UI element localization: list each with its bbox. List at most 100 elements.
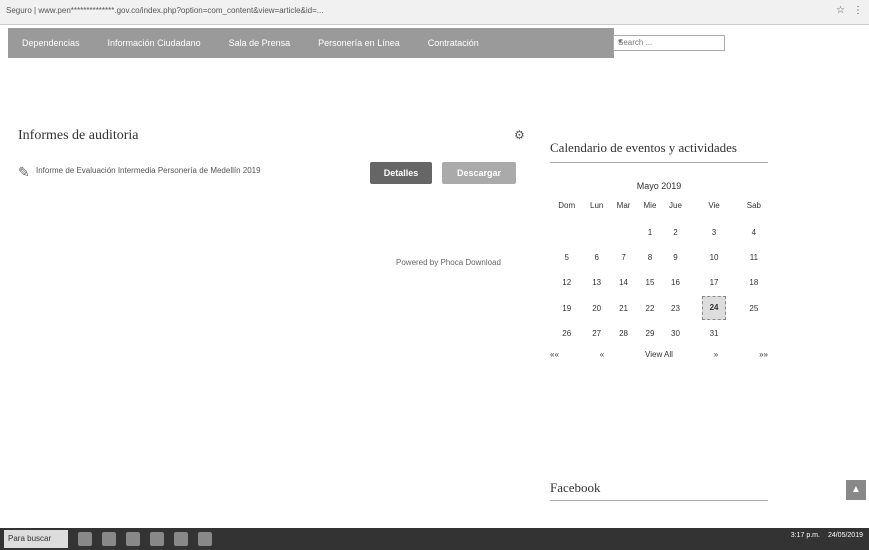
calendar-day[interactable]: 25 <box>740 295 768 321</box>
chrome-icon[interactable] <box>126 532 140 546</box>
calendar-day-number: 3 <box>711 228 717 237</box>
prev-year-button[interactable]: «« <box>550 350 559 359</box>
calendar-day[interactable]: 18 <box>740 270 768 295</box>
calendar-day[interactable]: 14 <box>610 270 637 295</box>
menu-icon[interactable]: ⋮ <box>853 5 863 16</box>
calendar-day[interactable]: 10 <box>688 245 739 270</box>
taskbar-search[interactable]: Para buscar <box>4 530 68 548</box>
calendar-day[interactable]: 20 <box>583 295 609 321</box>
search-input[interactable]: Search ... ▾ <box>613 35 725 51</box>
calendar-week-row: 26 27 28 29 30 31 <box>550 321 768 346</box>
prev-month-button[interactable]: « <box>600 350 604 359</box>
calendar-day-number: 12 <box>562 278 572 287</box>
star-icon[interactable]: ☆ <box>836 5 845 16</box>
events-calendar: Calendario de eventos y actividades Mayo… <box>550 140 768 359</box>
calendar-day[interactable]: 21 <box>610 295 637 321</box>
calendar-title: Calendario de eventos y actividades <box>550 140 768 163</box>
calendar-day[interactable]: 16 <box>663 270 689 295</box>
nav-item-sala-de-prensa[interactable]: Sala de Prensa <box>215 38 305 48</box>
calendar-day-number: 6 <box>594 253 599 262</box>
calendar-month: Mayo 2019 <box>636 181 682 191</box>
calendar-day[interactable]: 26 <box>550 321 583 346</box>
nav-item-informacion-ciudadano[interactable]: Información Ciudadano <box>94 38 215 48</box>
clock-date: 24/05/2019 <box>827 532 863 539</box>
file-explorer-icon[interactable] <box>102 532 116 546</box>
powered-by-text[interactable]: Powered by Phoca Download <box>396 258 501 267</box>
calendar-day[interactable]: 23 <box>663 295 689 321</box>
calendar-day-number: 4 <box>751 228 757 237</box>
calendar-day-number: 17 <box>709 278 719 287</box>
calendar-day[interactable]: 9 <box>663 245 689 270</box>
calendar-day[interactable]: 3 <box>688 220 739 245</box>
calendar-day[interactable]: 5 <box>550 245 583 270</box>
calendar-day-number: 24 <box>702 296 727 320</box>
download-button[interactable]: Descargar <box>442 162 516 184</box>
calendar-day-number: 25 <box>749 303 759 313</box>
calendar-day[interactable]: 2 <box>663 220 689 245</box>
calendar-day-number: 30 <box>671 329 680 338</box>
page-title: Informes de auditoria <box>18 128 139 143</box>
calendar-navigation: «« « View All » »» <box>550 350 768 359</box>
weekday-label: Sab <box>746 201 761 210</box>
weekday-label: Lun <box>590 201 604 210</box>
calendar-grid: Dom Lun Mar Mie Jue Vie Sab 1 2 3 4 5 6 7 8 9 10 1… <box>550 197 768 346</box>
calendar-week-row: 5 6 7 8 9 10 11 <box>550 245 768 270</box>
document-icon: ✎ <box>18 164 30 180</box>
calendar-day[interactable]: 27 <box>583 321 609 346</box>
calendar-day[interactable]: 7 <box>610 245 637 270</box>
calendar-day[interactable]: 31 <box>688 321 739 346</box>
url-text[interactable]: Seguro | www.pen**************.gov.co/in… <box>6 6 323 15</box>
calendar-day[interactable]: 11 <box>740 245 768 270</box>
calendar-day[interactable]: 29 <box>637 321 663 346</box>
mail-icon[interactable] <box>150 532 164 546</box>
calendar-day[interactable]: 30 <box>663 321 689 346</box>
calendar-day[interactable]: 28 <box>610 321 637 346</box>
nav-item-contratacion[interactable]: Contratación <box>414 38 493 48</box>
browser-address-bar[interactable]: Seguro | www.pen**************.gov.co/in… <box>0 0 869 25</box>
calendar-day-number: 23 <box>671 303 680 313</box>
calendar-day[interactable]: 22 <box>637 295 663 321</box>
next-month-button[interactable]: » <box>714 350 718 359</box>
calendar-day[interactable]: 24 <box>688 295 739 321</box>
chevron-down-icon[interactable]: ▾ <box>618 37 720 46</box>
calendar-day[interactable]: 6 <box>583 245 609 270</box>
gear-icon[interactable]: ⚙ <box>514 128 525 142</box>
calendar-day <box>550 220 583 245</box>
document-row: ✎ Informe de Evaluación Intermedia Perso… <box>18 162 528 184</box>
details-button[interactable]: Detalles <box>370 162 432 184</box>
calendar-day-number: 18 <box>749 278 759 287</box>
calendar-day[interactable]: 17 <box>688 270 739 295</box>
weekday-label: Vie <box>708 201 720 210</box>
view-all-link[interactable]: View All <box>645 350 673 359</box>
calendar-day-number: 20 <box>592 303 602 313</box>
scroll-to-top-button[interactable]: ▲ <box>846 480 866 500</box>
weekday-label: Mie <box>643 201 657 210</box>
calendar-day[interactable]: 8 <box>637 245 663 270</box>
calendar-day[interactable]: 19 <box>550 295 583 321</box>
next-year-button[interactable]: »» <box>759 350 768 359</box>
app-icon[interactable] <box>198 532 212 546</box>
system-tray[interactable]: 3:17 p.m. 24/05/2019 <box>791 532 863 539</box>
weekday-label: Mar <box>616 201 631 210</box>
calendar-day-number: 27 <box>592 329 602 338</box>
document-link[interactable]: Informe de Evaluación Intermedia Persone… <box>36 166 261 175</box>
calendar-day[interactable]: 15 <box>637 270 663 295</box>
calendar-day[interactable]: 13 <box>583 270 609 295</box>
task-view-icon[interactable] <box>78 532 92 546</box>
calendar-day[interactable]: 1 <box>637 220 663 245</box>
calendar-day-number: 22 <box>645 303 655 313</box>
nav-item-personeria-en-linea[interactable]: Personería en Línea <box>304 38 414 48</box>
calendar-day <box>740 321 768 346</box>
calendar-week-row: 12 13 14 15 16 17 18 <box>550 270 768 295</box>
calendar-day-number: 5 <box>564 253 569 262</box>
calendar-day-number: 21 <box>619 303 628 313</box>
calendar-day-number: 16 <box>671 278 680 287</box>
nav-item-dependencias[interactable]: Dependencias <box>8 38 94 48</box>
main-navigation: Dependencias Información Ciudadano Sala … <box>8 28 614 58</box>
word-icon[interactable] <box>174 532 188 546</box>
calendar-day[interactable]: 12 <box>550 270 583 295</box>
calendar-day-number: 2 <box>673 228 678 237</box>
calendar-day-number: 14 <box>619 278 628 287</box>
calendar-day-number: 15 <box>645 278 655 287</box>
calendar-day[interactable]: 4 <box>740 220 768 245</box>
